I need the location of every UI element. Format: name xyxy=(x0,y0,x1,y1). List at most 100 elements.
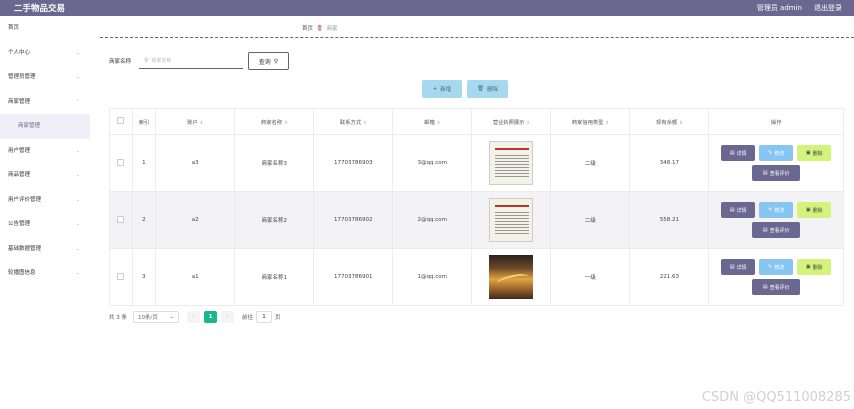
row-license-cell xyxy=(471,134,552,192)
chevron-down-icon: ⌄ xyxy=(75,270,80,276)
chevron-down-icon: ⌄ xyxy=(75,221,80,227)
sidebar-item-label: 公告管理 xyxy=(8,221,31,227)
row-actions: ▤ 详情 ✎ 修改 ▣ 删除 ▤ 查看评价 xyxy=(708,248,844,306)
detail-button[interactable]: ▤ 详情 xyxy=(721,202,756,218)
column-header[interactable]: 邮箱 ⇕ xyxy=(392,108,473,135)
column-header[interactable]: 商家名称 ⇕ xyxy=(234,108,315,135)
edit-button[interactable]: ✎ 修改 xyxy=(759,145,794,161)
sidebar-subitem-merchant[interactable]: 商家管理 xyxy=(0,114,90,139)
breadcrumb: 首页 🌷 商家 xyxy=(302,24,338,33)
column-header[interactable]: 营业执照展示 ⇕ xyxy=(471,108,552,135)
sidebar-item-goods-mgmt[interactable]: 商品管理 ⌄ xyxy=(0,163,90,188)
page-number-active[interactable]: 1 xyxy=(204,311,217,323)
column-header: 操作 xyxy=(708,108,844,135)
sidebar-item-label: 首页 xyxy=(8,25,20,31)
search-input[interactable]: ⚲ 商家名称 xyxy=(139,52,243,69)
row-checkbox[interactable] xyxy=(117,215,125,223)
sidebar-item-profile[interactable]: 个人中心 ⌄ xyxy=(0,41,90,66)
pagination: 共 3 条 10条/页 ⌄ ‹ 1 › 前往 1 页 xyxy=(109,311,281,323)
sort-icon: ⇕ xyxy=(199,120,204,126)
breadcrumb-home[interactable]: 首页 xyxy=(302,24,313,32)
doc-icon: ▤ xyxy=(729,264,735,270)
sidebar-item-notice-mgmt[interactable]: 公告管理 ⌄ xyxy=(0,212,90,237)
merchant-table: 索引 账户 ⇕ 商家名称 ⇕ 联系方式 ⇕ 邮箱 ⇕ 营业执照展示 ⇕ 商家信用… xyxy=(109,108,844,306)
trash-icon: ▣ xyxy=(805,207,811,213)
table-row: 2 a2 商家名称2 17703786902 2@qq.com 二级 558.2… xyxy=(109,191,844,249)
pagination-total: 共 3 条 xyxy=(109,315,127,321)
sidebar-item-home[interactable]: 首页 xyxy=(0,16,90,41)
view-reviews-button[interactable]: ▤ 查看评价 xyxy=(752,279,801,295)
row-email: 3@qq.com xyxy=(392,134,473,192)
sort-icon: ⇕ xyxy=(283,120,288,126)
pencil-icon: ✎ xyxy=(768,264,773,270)
row-index: 1 xyxy=(131,134,157,192)
sidebar-item-label: 个人中心 xyxy=(8,49,31,56)
chevron-down-icon: ⌄ xyxy=(75,74,80,80)
trash-icon: ▣ xyxy=(805,264,811,270)
page-size-select[interactable]: 10条/页 ⌄ xyxy=(133,311,179,323)
sidebar-item-review-mgmt[interactable]: 用户评价管理 ⌄ xyxy=(0,188,90,213)
sidebar-item-label: 用户评价管理 xyxy=(8,196,42,203)
view-reviews-button[interactable]: ▤ 查看评价 xyxy=(752,165,801,181)
row-license-cell xyxy=(471,191,552,249)
row-checkbox[interactable] xyxy=(117,158,125,166)
sidebar-item-base-data[interactable]: 基础数据管理 ⌄ xyxy=(0,237,90,262)
row-index: 2 xyxy=(131,191,157,249)
search-label: 商家名称 xyxy=(109,59,132,65)
row-actions: ▤ 详情 ✎ 修改 ▣ 删除 ▤ 查看评价 xyxy=(708,191,844,249)
select-all-checkbox[interactable] xyxy=(117,117,125,124)
column-header[interactable]: 现有余额 ⇕ xyxy=(629,108,710,135)
pencil-icon: ✎ xyxy=(768,150,773,156)
edit-button[interactable]: ✎ 修改 xyxy=(759,202,794,218)
sort-icon: ⇕ xyxy=(605,120,609,126)
search-icon: ⚲ xyxy=(144,56,149,64)
chevron-up-icon: ⌃ xyxy=(75,98,80,105)
delete-button-label: 删除 xyxy=(486,87,498,93)
business-license-image[interactable] xyxy=(489,141,534,185)
row-credit-type: 二级 xyxy=(550,191,631,249)
prev-page-button[interactable]: ‹ xyxy=(187,311,200,323)
sidebar-item-label: 管理员管理 xyxy=(8,74,36,80)
trash-icon: ▣ xyxy=(805,150,811,156)
select-all-cell[interactable] xyxy=(109,108,133,135)
row-checkbox[interactable] xyxy=(117,272,125,280)
sidebar-item-label: 商家管理 xyxy=(8,98,31,105)
sidebar-item-user-mgmt[interactable]: 用户管理 ⌄ xyxy=(0,139,90,164)
logout-link[interactable]: 退出登录 xyxy=(814,3,842,13)
business-license-image[interactable] xyxy=(489,198,534,242)
sidebar-item-carousel[interactable]: 轮播图信息 ⌄ xyxy=(0,261,90,286)
edit-button[interactable]: ✎ 修改 xyxy=(759,259,794,275)
sidebar-item-merchant-mgmt[interactable]: 商家管理 ⌃ xyxy=(0,90,90,115)
sidebar: 首页 个人中心 ⌄ 管理员管理 ⌄ 商家管理 ⌃ 商家管理 用户管理 ⌄ 商品管理 ⌄ 用… xyxy=(0,16,90,409)
delete-button[interactable]: ▣ 删除 xyxy=(797,202,832,218)
row-license-cell xyxy=(471,248,552,306)
row-merchant-name: 商家名称3 xyxy=(234,134,315,192)
row-balance: 558.21 xyxy=(629,191,710,249)
goto-label: 前往 xyxy=(242,315,254,321)
detail-button[interactable]: ▤ 详情 xyxy=(721,259,756,275)
doc-icon: ▤ xyxy=(762,170,768,176)
column-header[interactable]: 商家信用类型 ⇕ xyxy=(550,108,631,135)
column-header[interactable]: 联系方式 ⇕ xyxy=(313,108,394,135)
delete-button[interactable]: ▣ 删除 xyxy=(797,259,832,275)
row-balance: 348.17 xyxy=(629,134,710,192)
table-header-row: 索引 账户 ⇕ 商家名称 ⇕ 联系方式 ⇕ 邮箱 ⇕ 营业执照展示 ⇕ 商家信用… xyxy=(109,108,844,135)
column-header[interactable]: 账户 ⇕ xyxy=(155,108,236,135)
goto-page-input[interactable]: 1 xyxy=(256,311,273,323)
batch-delete-button[interactable]: 🗑 删除 xyxy=(467,80,508,98)
business-license-image[interactable] xyxy=(489,255,534,299)
view-reviews-button[interactable]: ▤ 查看评价 xyxy=(752,222,801,238)
detail-button[interactable]: ▤ 详情 xyxy=(721,145,756,161)
column-header: 索引 xyxy=(131,108,157,135)
row-credit-type: 一级 xyxy=(550,248,631,306)
delete-button[interactable]: ▣ 删除 xyxy=(797,145,832,161)
add-button[interactable]: + 新增 xyxy=(422,80,462,98)
query-button[interactable]: 查询 ⚲ xyxy=(248,52,289,70)
sidebar-item-admin-mgmt[interactable]: 管理员管理 ⌄ xyxy=(0,65,90,90)
row-phone: 17703786901 xyxy=(313,248,394,306)
query-button-label: 查询 xyxy=(258,58,271,66)
page-unit-label: 页 xyxy=(275,315,281,321)
next-page-button[interactable]: › xyxy=(221,311,234,323)
plus-icon: + xyxy=(432,86,438,92)
sidebar-item-label: 用户管理 xyxy=(8,147,31,154)
